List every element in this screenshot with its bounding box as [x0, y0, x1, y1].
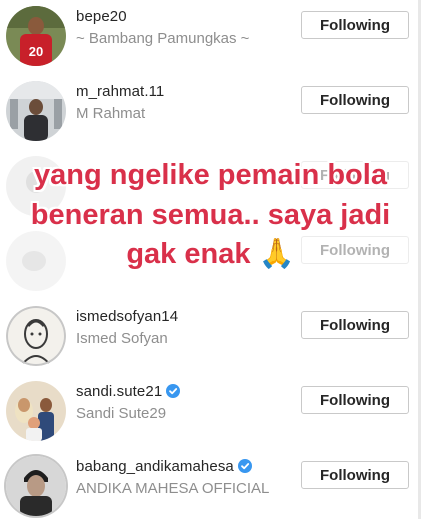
- singer-portrait-avatar-icon[interactable]: [6, 456, 66, 516]
- list-item[interactable]: Following: [0, 150, 421, 225]
- following-button[interactable]: Following: [301, 461, 409, 489]
- blurred-avatar-icon[interactable]: [6, 231, 66, 291]
- username[interactable]: sandi.sute21: [76, 383, 181, 400]
- full-name: Ismed Sofyan: [76, 330, 168, 347]
- list-item[interactable]: m_rahmat.11 M Rahmat Following: [0, 75, 421, 150]
- svg-text:20: 20: [29, 44, 43, 59]
- following-list-screen: 20 bepe20 ~ Bambang Pamungkas ~ Followin…: [0, 0, 421, 519]
- list-item[interactable]: 20 bepe20 ~ Bambang Pamungkas ~ Followin…: [0, 0, 421, 75]
- username-text[interactable]: babang_andikamahesa: [76, 458, 234, 475]
- username-text[interactable]: sandi.sute21: [76, 383, 162, 400]
- verified-badge-icon: [237, 459, 252, 473]
- username[interactable]: bepe20: [76, 8, 127, 25]
- following-button[interactable]: Following: [301, 11, 409, 39]
- full-name: ANDIKA MAHESA OFFICIAL: [76, 480, 270, 497]
- following-button[interactable]: Following: [301, 236, 409, 264]
- following-button[interactable]: Following: [301, 86, 409, 114]
- full-name: M Rahmat: [76, 105, 146, 122]
- family-photo-avatar-icon[interactable]: [6, 381, 66, 441]
- football-player-avatar-icon[interactable]: 20: [6, 6, 66, 66]
- sketch-portrait-avatar-icon[interactable]: [6, 306, 66, 366]
- following-button[interactable]: Following: [301, 386, 409, 414]
- username[interactable]: ismedsofyan14: [76, 308, 178, 325]
- list-item[interactable]: ismedsofyan14 Ismed Sofyan Following: [0, 300, 421, 375]
- list-item[interactable]: Following: [0, 225, 421, 300]
- full-name: ~ Bambang Pamungkas ~: [76, 30, 250, 47]
- username[interactable]: babang_andikamahesa: [76, 458, 252, 475]
- verified-badge-icon: [166, 384, 181, 398]
- following-button[interactable]: Following: [301, 311, 409, 339]
- list-item[interactable]: sandi.sute21 Sandi Sute29 Following: [0, 375, 421, 450]
- list-item[interactable]: babang_andikamahesa ANDIKA MAHESA OFFICI…: [0, 450, 421, 519]
- full-name: Sandi Sute29: [76, 405, 167, 422]
- username[interactable]: m_rahmat.11: [76, 83, 164, 100]
- following-button[interactable]: Following: [301, 161, 409, 189]
- person-airport-avatar-icon[interactable]: [6, 81, 66, 141]
- blurred-avatar-icon[interactable]: [6, 156, 66, 216]
